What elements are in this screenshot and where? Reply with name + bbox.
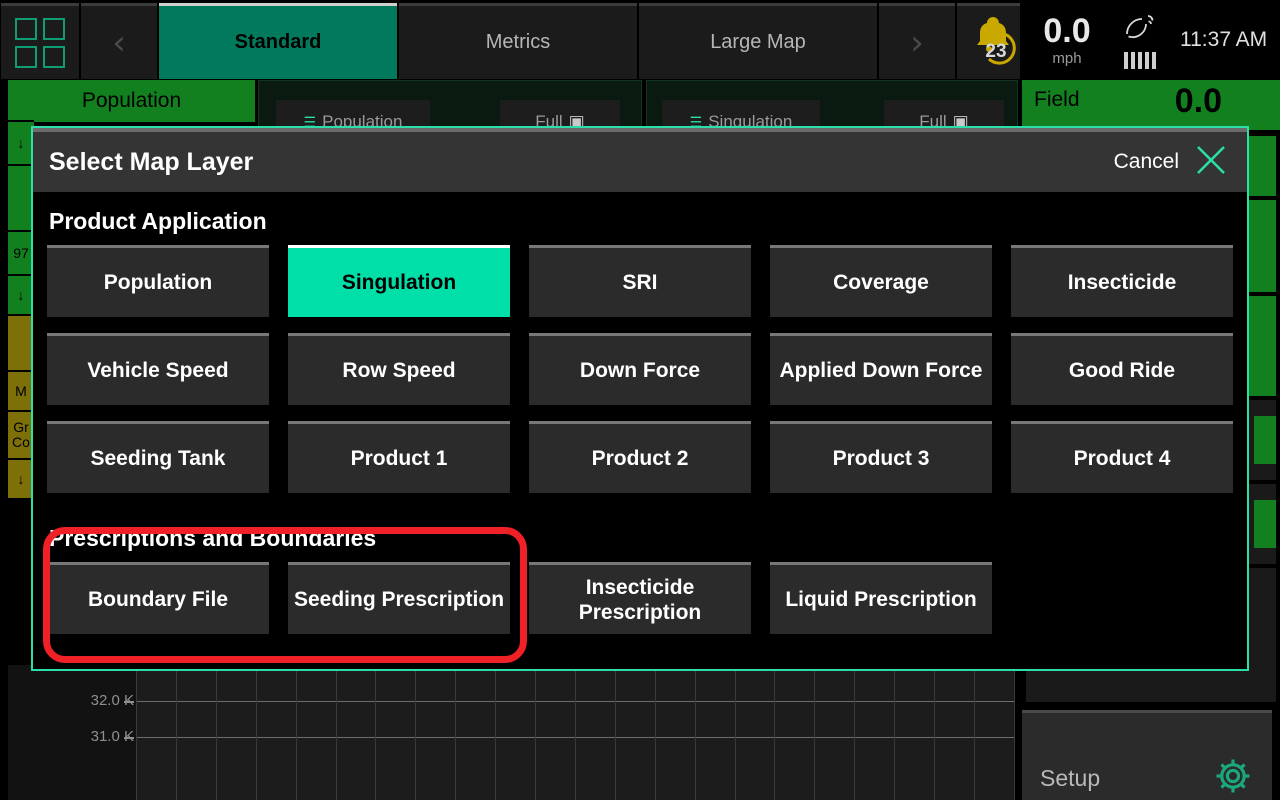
gps-status [1104, 12, 1176, 69]
status-cluster: 0.0 mph 11:37 AM [1020, 0, 1280, 80]
chart-gridline [295, 665, 297, 800]
layer-button-row: Vehicle Speed Row Speed Down Force Applied … [47, 333, 1233, 405]
gps-signal-bars [1124, 51, 1156, 69]
right-tile-bar [1254, 500, 1276, 548]
chart-gridline [375, 665, 377, 800]
layer-button-product-1[interactable]: Product 1 [288, 421, 510, 493]
layer-button-population[interactable]: Population [47, 245, 269, 317]
layer-button-product-3[interactable]: Product 3 [770, 421, 992, 493]
population-banner: Population [8, 80, 255, 122]
chart-tick [124, 737, 134, 739]
layer-button-row: Boundary File Seeding Prescription Insecti… [47, 562, 1233, 634]
layer-button-product-4[interactable]: Product 4 [1011, 421, 1233, 493]
speed-readout: 0.0 mph [1030, 14, 1104, 67]
chart-gridline [654, 665, 656, 800]
layer-button-vehicle-speed[interactable]: Vehicle Speed [47, 333, 269, 405]
layer-button-sri[interactable]: SRI [529, 245, 751, 317]
dialog-header: Select Map Layer Cancel [33, 128, 1247, 192]
chart-gridline [175, 665, 177, 800]
layer-button-row: Population Singulation SRI Coverage Insectic… [47, 245, 1233, 317]
dialog-body: Product Application Population Singulation… [33, 192, 1247, 634]
tab-metrics[interactable]: Metrics [399, 3, 637, 79]
chart-gridline [495, 665, 497, 800]
field-readout: Field 0.0 [1022, 80, 1280, 130]
chart-gridline [136, 665, 137, 800]
layer-button-liquid-prescription[interactable]: Liquid Prescription [770, 562, 992, 634]
cancel-label: Cancel [1113, 150, 1179, 173]
section-title: Product Application [49, 208, 267, 234]
speed-unit: mph [1052, 49, 1082, 67]
clock: 11:37 AM [1180, 28, 1268, 51]
chart-gridline [1013, 665, 1015, 800]
right-tile-bar [1254, 416, 1276, 464]
tab-standard[interactable]: Standard [159, 3, 397, 79]
alarm-count: 23 [985, 40, 1007, 62]
close-icon[interactable] [1193, 142, 1229, 183]
chart-gridline [415, 665, 417, 800]
speed-value: 0.0 [1043, 11, 1091, 50]
dialog-title: Select Map Layer [49, 147, 254, 176]
cancel-button[interactable]: Cancel [1114, 142, 1233, 183]
section-title: Prescriptions and Boundaries [49, 525, 377, 551]
chart-gridline [734, 665, 736, 800]
chart-gridline [814, 665, 816, 800]
tab-large-map[interactable]: Large Map [639, 3, 877, 79]
chart-gridline [455, 665, 457, 800]
population-chart: 32.0 K 31.0 K [8, 665, 1015, 800]
next-page-button[interactable]: › [879, 3, 955, 79]
left-strip-item [8, 80, 34, 122]
gear-icon [1212, 755, 1254, 800]
prev-page-button[interactable]: ‹ [81, 3, 157, 79]
chart-gridline [574, 665, 576, 800]
layer-button-insecticide[interactable]: Insecticide [1011, 245, 1233, 317]
chart-gridline [774, 665, 776, 800]
chart-gridline [973, 665, 975, 800]
satellite-icon [1123, 12, 1157, 47]
layer-button-row-speed[interactable]: Row Speed [288, 333, 510, 405]
apps-grid-button[interactable] [1, 3, 79, 79]
layer-button-seeding-prescription[interactable]: Seeding Prescription [288, 562, 510, 634]
select-map-layer-dialog: Select Map Layer Cancel Product Applicat… [31, 126, 1249, 671]
layer-button-seeding-tank[interactable]: Seeding Tank [47, 421, 269, 493]
top-navigation-bar: ‹ Standard Metrics Large Map › 23 0.0 mp… [0, 0, 1280, 80]
layer-button-coverage[interactable]: Coverage [770, 245, 992, 317]
layer-button-product-2[interactable]: Product 2 [529, 421, 751, 493]
app-root: Population ↓ 97 ↓ M Gr Co ↓ ☰ Population … [0, 0, 1280, 800]
layer-button-boundary-file[interactable]: Boundary File [47, 562, 269, 634]
chart-gridline [614, 665, 616, 800]
layer-button-singulation[interactable]: Singulation [288, 245, 510, 317]
layer-button-applied-down-force[interactable]: Applied Down Force [770, 333, 992, 405]
chevron-left-icon: ‹ [112, 22, 126, 63]
layer-button-placeholder [1011, 562, 1233, 634]
bell-icon: 23 [967, 15, 1027, 71]
chart-gridline [854, 665, 856, 800]
grid-icon [15, 17, 65, 68]
chart-gridline [535, 665, 536, 800]
chart-gridline [934, 665, 935, 800]
layer-sections: Product Application Population Singulation… [47, 192, 1233, 634]
chevron-right-icon: › [910, 22, 924, 63]
chart-gridline [255, 665, 257, 800]
layer-button-row: Seeding Tank Product 1 Product 2 Product 3 P… [47, 421, 1233, 493]
layer-button-down-force[interactable]: Down Force [529, 333, 751, 405]
chart-gridline [694, 665, 696, 800]
setup-button[interactable]: Setup [1022, 710, 1272, 800]
chart-gridline [894, 665, 896, 800]
chart-gridline [335, 665, 337, 800]
layer-button-good-ride[interactable]: Good Ride [1011, 333, 1233, 405]
chart-tick [124, 701, 134, 703]
layer-button-insecticide-prescription[interactable]: Insecticide Prescription [529, 562, 751, 634]
chart-gridline [215, 665, 217, 800]
